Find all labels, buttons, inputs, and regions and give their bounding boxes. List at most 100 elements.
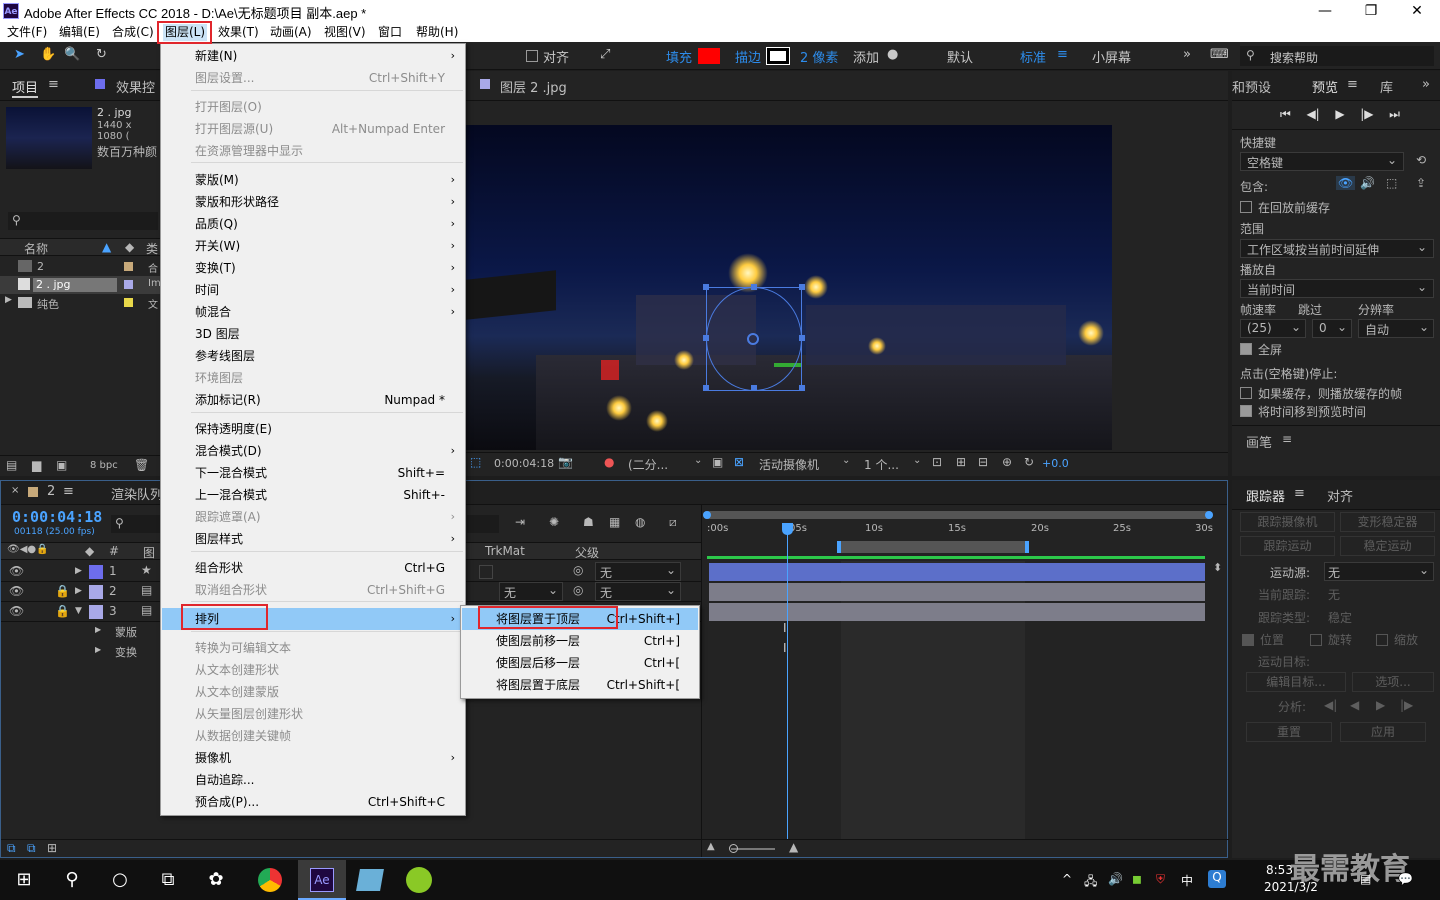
menu-composition[interactable]: 合成(C) [110, 24, 156, 41]
new-folder-icon[interactable]: ▆ [32, 458, 41, 472]
zoom-slider-thumb[interactable] [729, 844, 738, 853]
analyze-forward-icon[interactable]: ▶ [1376, 698, 1385, 712]
anchor-point-icon[interactable] [747, 333, 759, 345]
views-select[interactable]: 1 个... [864, 456, 899, 473]
layer-menu-item[interactable]: 时间 › [162, 279, 465, 301]
stabilize-motion-button[interactable]: 稳定运动 [1340, 536, 1435, 556]
add-label[interactable]: 添加 [853, 47, 879, 66]
layer-menu-item[interactable]: 图层设置... Ctrl+Shift+Y [162, 67, 465, 89]
viewer-timecode[interactable]: 0:00:04:18 [494, 457, 554, 470]
last-frame-icon[interactable]: ⏭ [1389, 107, 1400, 122]
timeline-timecode[interactable]: 0:00:04:18 [12, 508, 102, 526]
video-toggle-icon[interactable]: 👁 [1336, 176, 1356, 190]
fill-label[interactable]: 填充 [666, 47, 692, 66]
layer-menu-item[interactable]: 取消组合形状 Ctrl+Shift+G [162, 579, 465, 601]
visibility-icon[interactable]: 👁 [9, 584, 24, 598]
more-panels-icon[interactable]: » [1422, 77, 1430, 92]
close-button[interactable]: ✕ [1394, 0, 1440, 22]
warp-stabilizer-button[interactable]: 变形稳定器 [1340, 512, 1435, 532]
region-icon[interactable]: ⬚ [470, 455, 481, 469]
expand-layer-icon[interactable]: ▶ [75, 566, 82, 576]
layer-menu-item[interactable]: 从文本创建蒙版 [162, 681, 465, 703]
track-camera-button[interactable]: 跟踪摄像机 [1240, 512, 1335, 532]
mask-handle[interactable] [703, 284, 709, 290]
mask-handle[interactable] [703, 335, 709, 341]
range-select[interactable]: 工作区域按当前时间延伸 ⌄ [1240, 239, 1434, 258]
playhead-handle[interactable] [782, 523, 793, 535]
melon-app-icon[interactable] [406, 867, 432, 893]
pick-whip-icon[interactable]: ◎ [573, 583, 583, 597]
shy-icon[interactable]: ☗ [583, 515, 594, 529]
mask-handle[interactable] [799, 335, 805, 341]
if-cache-checkbox[interactable] [1240, 387, 1252, 399]
layer-bar-2[interactable] [709, 583, 1205, 601]
layer-menu-item[interactable]: 组合形状 Ctrl+G [162, 557, 465, 579]
analyze-back-icon[interactable]: ◀ [1350, 698, 1359, 712]
menu-edit[interactable]: 编辑(E) [57, 24, 102, 41]
export-icon[interactable]: ⇪ [1416, 176, 1426, 190]
search-help-input[interactable]: 搜索帮助 [1270, 49, 1318, 66]
cache-checkbox[interactable] [1240, 201, 1252, 213]
layer-menu-item[interactable]: 混合模式(D) › [162, 440, 465, 462]
navigator-start-handle[interactable] [703, 511, 711, 519]
chevron-down-icon[interactable]: ⌄ [913, 455, 921, 466]
in-out-icon[interactable]: ⊞ [47, 841, 57, 855]
mask-handle[interactable] [751, 385, 757, 391]
layer-menu-item[interactable]: 自动追踪... [162, 769, 465, 791]
zoom-in-icon[interactable]: ▲ [789, 840, 798, 854]
tab-render-queue[interactable]: 渲染队列 [111, 484, 163, 503]
menu-file[interactable]: 文件(F) [5, 24, 49, 41]
lock-icon[interactable]: 🔒 [55, 584, 70, 598]
tab-preview[interactable]: 预览 [1312, 77, 1338, 96]
navigator-end-handle[interactable] [1205, 511, 1213, 519]
tab-brush[interactable]: 画笔 [1246, 432, 1272, 451]
play-icon[interactable]: ▶ [1335, 107, 1344, 121]
work-area-bar[interactable] [837, 541, 1029, 553]
camera-select[interactable]: 活动摄像机 [759, 456, 819, 473]
maximize-button[interactable]: ❐ [1348, 0, 1394, 22]
visibility-icon[interactable]: 👁 [9, 564, 24, 578]
skip-select[interactable]: 0 ⌄ [1312, 319, 1352, 338]
layer-menu-item[interactable]: 开关(W) › [162, 235, 465, 257]
search-help-box[interactable]: ⚲ 搜索帮助 [1240, 46, 1434, 66]
more-workspaces-icon[interactable]: » [1183, 47, 1191, 62]
layer-menu-item[interactable]: 预合成(P)... Ctrl+Shift+C [162, 791, 465, 813]
keyframe-icon[interactable]: I [783, 641, 787, 655]
keyframe-icon[interactable]: I [783, 621, 787, 635]
snap-icon[interactable]: ⤢ [600, 47, 610, 62]
comp-marker-icon[interactable]: ⬍ [1213, 561, 1222, 574]
play-from-select[interactable]: 当前时间 ⌄ [1240, 279, 1434, 298]
menu-effect[interactable]: 效果(T) [216, 24, 261, 41]
layer-menu-item[interactable]: 蒙版(M) › [162, 169, 465, 191]
prev-frame-icon[interactable]: ◀| [1306, 107, 1319, 121]
move-time-checkbox[interactable] [1240, 405, 1252, 417]
hand-tool-icon[interactable]: ✋ [40, 47, 56, 62]
comp-mini-flowchart-icon[interactable]: ⇥ [515, 515, 525, 529]
tab-effects-presets[interactable]: 和预设 [1232, 77, 1271, 96]
workspace-menu-icon[interactable]: ≡ [1057, 47, 1068, 62]
fps-select[interactable]: (25) ⌄ [1240, 319, 1306, 338]
menu-view[interactable]: 视图(V) [322, 24, 368, 41]
overlay-toggle-icon[interactable]: ⬚ [1386, 176, 1397, 190]
scale-checkbox[interactable] [1376, 634, 1388, 646]
volume-icon[interactable]: 🔊 [1108, 872, 1123, 886]
tab-library[interactable]: 库 [1380, 77, 1393, 96]
motion-source-select[interactable]: 无 ⌄ [1324, 562, 1434, 581]
apply-button[interactable]: 应用 [1340, 722, 1426, 742]
chrome-icon[interactable] [258, 868, 282, 892]
edit-target-button[interactable]: 编辑目标... [1246, 672, 1346, 692]
layer-menu-item[interactable]: 转换为可编辑文本 [162, 637, 465, 659]
layer-menu-item[interactable]: 帧混合 › [162, 301, 465, 323]
pick-whip-icon[interactable]: ◎ [573, 563, 583, 577]
track-motion-button[interactable]: 跟踪运动 [1240, 536, 1335, 556]
stroke-width[interactable]: 2 像素 [800, 47, 838, 66]
snapshot-icon[interactable]: 📷 [558, 455, 573, 469]
menu-window[interactable]: 窗口 [376, 24, 404, 41]
col-name[interactable]: 名称 [24, 240, 48, 257]
analyze-forward-all-icon[interactable]: |▶ [1400, 698, 1413, 712]
fast-preview-icon[interactable]: ⊞ [956, 455, 966, 469]
collapse-layer-icon[interactable]: ▼ [75, 606, 82, 616]
time-navigator[interactable] [703, 511, 1213, 519]
expand-mask-icon[interactable]: ▶ [95, 625, 101, 634]
clock-time[interactable]: 8:53 [1266, 863, 1293, 877]
